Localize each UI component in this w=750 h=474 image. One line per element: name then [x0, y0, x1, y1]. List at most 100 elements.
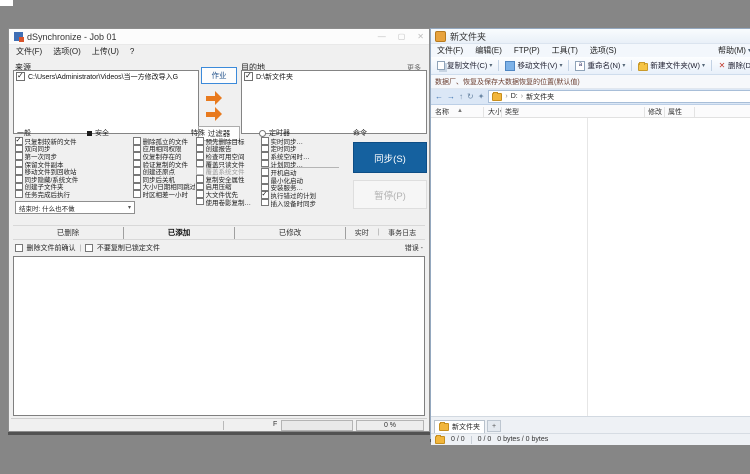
checkbox-icon[interactable]: [261, 168, 269, 176]
results-list[interactable]: [13, 256, 425, 416]
checkbox-icon[interactable]: [261, 160, 269, 168]
checkbox-icon[interactable]: [15, 145, 23, 153]
sync-window: dSynchronize - Job 01 — ▢ ✕ 文件(F) 选项(O) …: [8, 28, 430, 432]
checkbox-icon[interactable]: [133, 152, 141, 160]
checkbox-icon[interactable]: [15, 137, 23, 145]
checkbox-icon[interactable]: [261, 199, 269, 207]
file-manager-window: 新文件夹 文件(F) 编辑(E) FTP(P) 工具(T) 选项(S) 帮助(M…: [430, 28, 750, 439]
status-files: 0 / 0: [478, 436, 492, 443]
checkbox-icon[interactable]: [196, 167, 204, 175]
folder-tab-active[interactable]: 新文件夹: [434, 420, 485, 433]
checkbox-icon[interactable]: [15, 175, 23, 183]
checkbox-icon[interactable]: [16, 72, 25, 81]
favorites-icon[interactable]: ✦: [478, 92, 485, 102]
column-size[interactable]: 大小: [488, 107, 502, 117]
menu-tools[interactable]: 工具(T): [552, 45, 578, 56]
synchronize-button[interactable]: 同步(S): [353, 142, 427, 173]
tab-log[interactable]: 事务日志: [388, 228, 416, 238]
destinations-list[interactable]: D:\新文件夹: [241, 70, 427, 134]
fm-file-list[interactable]: [431, 118, 750, 416]
delete-button[interactable]: ✕ 删除(D) ▾: [714, 58, 750, 73]
menu-ftp[interactable]: FTP(P): [514, 46, 540, 55]
checkbox-icon[interactable]: [15, 183, 23, 191]
option-row[interactable]: 使用卷影复制…: [196, 198, 254, 206]
minimize-icon[interactable]: —: [378, 33, 386, 41]
checkbox-icon[interactable]: [196, 183, 204, 191]
breadcrumb[interactable]: › D: › 新文件夹: [488, 90, 750, 103]
tab-realtime[interactable]: 实时: [355, 228, 369, 238]
column-type[interactable]: 类型: [505, 107, 519, 117]
move-file-button[interactable]: 移动文件(V) ▾: [501, 58, 566, 73]
checkbox-icon[interactable]: [196, 152, 204, 160]
breadcrumb-folder[interactable]: 新文件夹: [526, 92, 554, 102]
add-tab-button[interactable]: +: [487, 420, 501, 432]
column-attributes[interactable]: 属性: [668, 107, 682, 117]
checkbox-icon[interactable]: [15, 152, 23, 160]
menu-view[interactable]: 选项(S): [590, 45, 617, 56]
checkbox-icon[interactable]: [85, 244, 93, 252]
end-action-select[interactable]: 结束时: 什么也不做 ▾: [15, 201, 135, 214]
folder-icon: [435, 436, 445, 444]
tab-deleted[interactable]: 已删除: [13, 227, 124, 239]
checkbox-icon[interactable]: [133, 183, 141, 191]
tab-updated[interactable]: 已修改: [235, 227, 346, 239]
tab-added[interactable]: 已添加: [124, 227, 235, 239]
checkbox-icon[interactable]: [196, 160, 204, 168]
menu-options[interactable]: 选项(O): [53, 46, 81, 57]
destination-item[interactable]: D:\新文件夹: [242, 71, 426, 82]
option-row[interactable]: 插入设备时同步: [261, 199, 339, 207]
column-name[interactable]: 名称: [435, 107, 449, 117]
stop-button[interactable]: 暂停(P): [353, 180, 427, 209]
source-item[interactable]: C:\Users\Administrator\Videos\当一方修改导入G: [14, 71, 198, 82]
column-modified[interactable]: 修改: [648, 107, 662, 117]
checkbox-icon[interactable]: [15, 244, 23, 252]
checkbox-icon[interactable]: [261, 137, 269, 145]
checkbox-icon[interactable]: [196, 198, 204, 206]
menu-edit[interactable]: 编辑(E): [475, 45, 502, 56]
jobs-button[interactable]: 作业: [201, 67, 237, 84]
checkbox-icon[interactable]: [133, 137, 141, 145]
delete-icon: ✕: [718, 62, 726, 70]
menu-help[interactable]: ?: [130, 47, 134, 56]
checkbox-icon[interactable]: [15, 190, 23, 198]
breadcrumb-drive[interactable]: D:: [511, 93, 518, 100]
checkbox-icon[interactable]: [244, 72, 253, 81]
option-row[interactable]: 任务完成后执行: [15, 190, 131, 198]
checkbox-icon[interactable]: [133, 145, 141, 153]
menu-file[interactable]: 文件(F): [16, 46, 42, 57]
checkbox-icon[interactable]: [196, 145, 204, 153]
checkbox-icon[interactable]: [133, 160, 141, 168]
back-icon[interactable]: ←: [435, 92, 443, 102]
rename-button[interactable]: a 重命名(N) ▾: [571, 58, 629, 73]
checkbox-icon[interactable]: [133, 167, 141, 175]
up-icon[interactable]: ↑: [459, 92, 463, 102]
close-icon[interactable]: ✕: [417, 33, 424, 41]
checkbox-icon[interactable]: [196, 190, 204, 198]
copy-file-button[interactable]: 复制文件(C) ▾: [433, 58, 496, 73]
checkbox-icon[interactable]: [196, 175, 204, 183]
menu-file[interactable]: 文件(F): [437, 45, 463, 56]
checkbox-icon[interactable]: [15, 167, 23, 175]
option-row[interactable]: 时区相差一小时: [133, 190, 195, 198]
maximize-icon[interactable]: ▢: [398, 33, 406, 41]
checkbox-icon[interactable]: [261, 191, 269, 199]
checkbox-icon[interactable]: [133, 190, 141, 198]
sync-menubar: 文件(F) 选项(O) 上传(U) ?: [9, 45, 429, 58]
checkbox-icon[interactable]: [196, 137, 204, 145]
menu-help[interactable]: 帮助(M) ▾: [718, 45, 750, 56]
checkbox-icon[interactable]: [261, 145, 269, 153]
fm-titlebar[interactable]: 新文件夹: [431, 29, 750, 44]
checkbox-icon[interactable]: [15, 160, 23, 168]
menu-upload[interactable]: 上传(U): [92, 46, 119, 57]
sync-titlebar[interactable]: dSynchronize - Job 01 — ▢ ✕: [9, 29, 429, 45]
fm-window-title: 新文件夹: [450, 30, 486, 43]
checkbox-icon[interactable]: [261, 152, 269, 160]
refresh-icon[interactable]: ↻: [467, 92, 474, 102]
sources-list[interactable]: C:\Users\Administrator\Videos\当一方修改导入G: [13, 70, 199, 134]
checkbox-icon[interactable]: [133, 175, 141, 183]
command-header: 命令: [353, 128, 367, 138]
color-swatch[interactable]: [87, 131, 92, 136]
forward-icon[interactable]: →: [447, 92, 455, 102]
checkbox-icon[interactable]: [261, 176, 269, 184]
new-folder-button[interactable]: 新建文件夹(W) ▾: [634, 58, 709, 73]
